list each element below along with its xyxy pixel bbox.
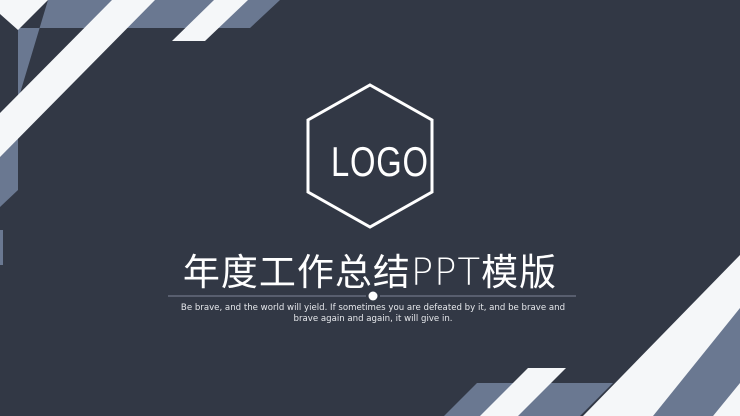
background-decoration — [0, 0, 740, 416]
slide-subtitle: Be brave, and the world will yield. If s… — [160, 303, 586, 325]
subtitle-line-1: Be brave, and the world will yield. If s… — [180, 303, 566, 313]
slide-title: 年度工作总结PPT模版 — [182, 251, 558, 294]
slate-sliver-left — [0, 230, 3, 265]
subtitle-line-2: brave again and again, it will give in. — [293, 314, 453, 324]
logo-text: LOGO — [331, 138, 429, 185]
